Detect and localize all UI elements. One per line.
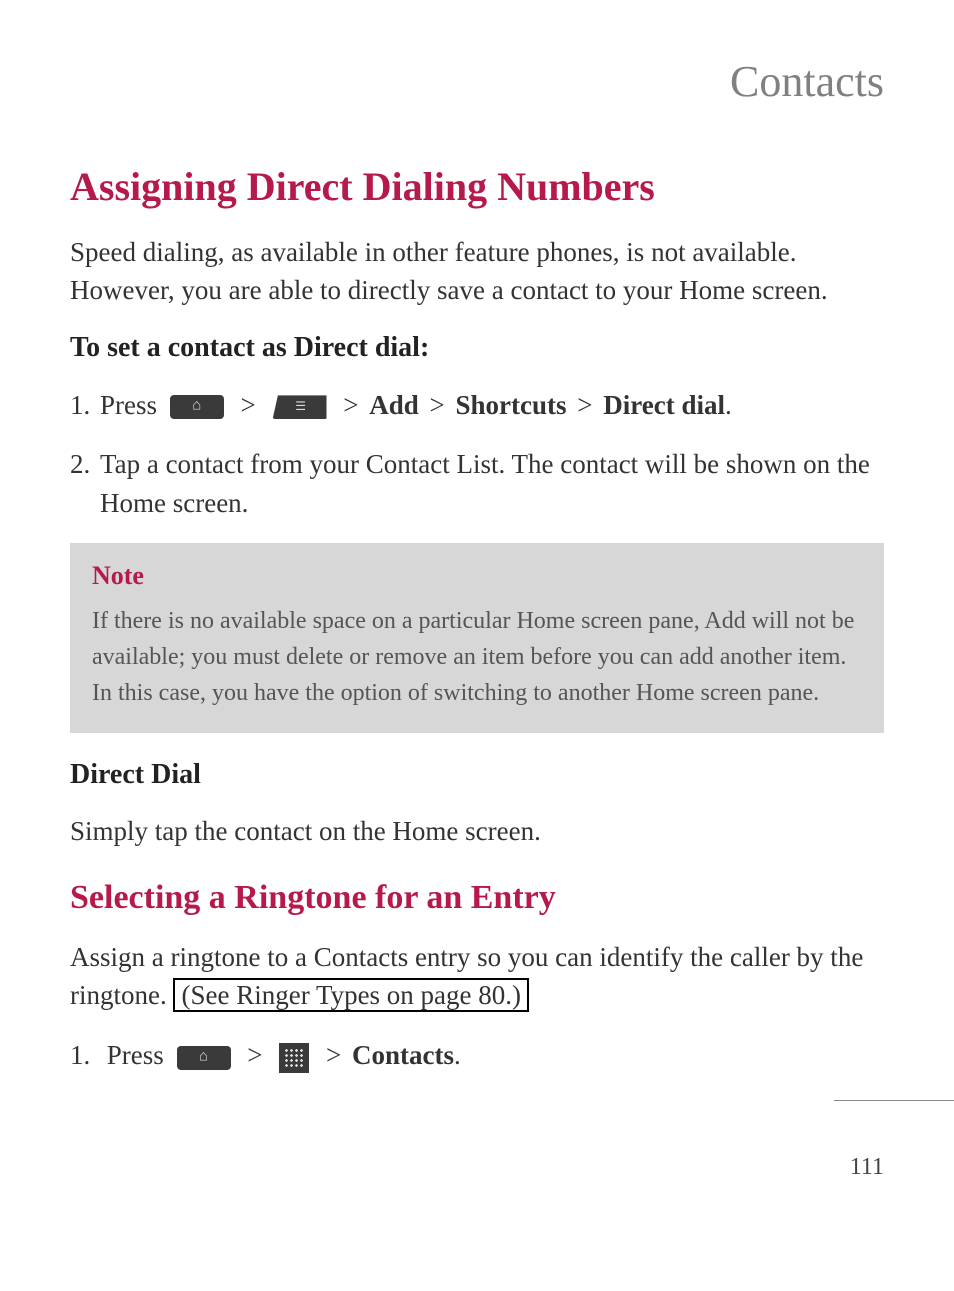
chevron-right-icon: > [326,1040,341,1070]
period: . [454,1040,461,1070]
press-text: Press [100,390,157,420]
note-title: Note [92,561,862,591]
chapter-title: Contacts [70,56,884,107]
step-2: 2. Tap a contact from your Contact List.… [70,445,884,523]
step-number: 1. [70,386,100,425]
step-number: 2. [70,445,100,484]
footer-divider [834,1100,954,1101]
step-1-ringtone: 1. Press > > Contacts. [70,1036,884,1075]
chevron-right-icon: > [343,390,358,420]
intro-text: Speed dialing, as available in other fea… [70,234,884,310]
direct-dial-text: Simply tap the contact on the Home scree… [70,813,884,851]
chevron-right-icon: > [577,390,592,420]
home-icon [177,1046,231,1070]
subheading-set-direct-dial: To set a contact as Direct dial: [70,332,884,364]
press-text: Press [107,1040,164,1070]
home-icon [170,395,224,419]
shortcuts-label: Shortcuts [456,390,567,420]
chevron-right-icon: > [430,390,445,420]
step-body: Press > > Contacts. [100,1036,884,1075]
direct-dial-label: Direct dial [603,390,725,420]
period: . [725,390,732,420]
section-title-ringtone: Selecting a Ringtone for an Entry [70,879,884,917]
section-title-assigning: Assigning Direct Dialing Numbers [70,163,884,210]
page-number: 111 [850,1154,884,1181]
chevron-right-icon: > [241,390,256,420]
step-body: Press > > Add > Shortcuts > Direct dial. [100,386,884,425]
step-number: 1. [70,1036,100,1075]
menu-icon [273,395,327,419]
step-body: Tap a contact from your Contact List. Th… [100,445,884,523]
apps-grid-icon [279,1043,309,1073]
note-text: If there is no available space on a part… [92,603,862,711]
cross-reference-link[interactable]: (See Ringer Types on page 80.) [173,978,529,1012]
contacts-label: Contacts [352,1040,454,1070]
step-1: 1. Press > > Add > Shortcuts > Direct di… [70,386,884,425]
ringtone-intro: Assign a ringtone to a Contacts entry so… [70,939,884,1015]
chevron-right-icon: > [247,1040,262,1070]
note-box: Note If there is no available space on a… [70,543,884,733]
add-label: Add [369,390,419,420]
direct-dial-heading: Direct Dial [70,759,884,791]
